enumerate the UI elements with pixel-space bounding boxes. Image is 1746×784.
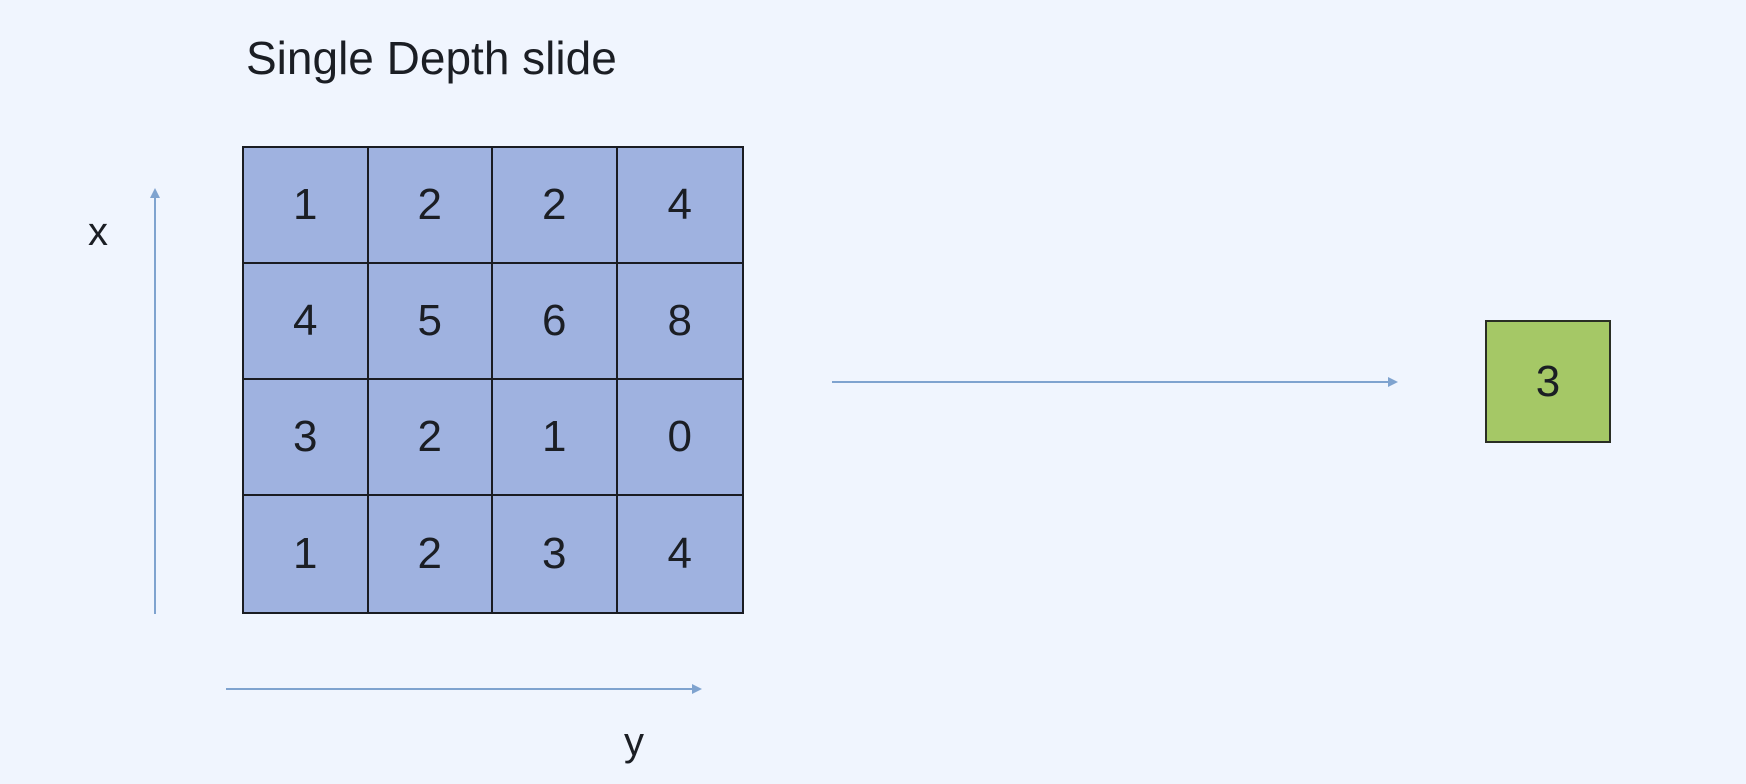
matrix-cell: 2 [369, 496, 493, 612]
matrix-cell: 1 [244, 496, 369, 612]
input-matrix: 1 2 2 4 4 5 6 8 3 2 1 0 1 2 3 4 [242, 146, 744, 614]
matrix-cell: 1 [244, 148, 369, 264]
matrix-cell: 1 [493, 380, 618, 496]
matrix-cell: 0 [617, 380, 742, 496]
output-cell: 3 [1485, 320, 1611, 443]
matrix-cell: 2 [368, 380, 493, 496]
matrix-cell: 5 [368, 264, 493, 380]
matrix-cell: 6 [493, 264, 618, 380]
matrix-cell: 4 [244, 264, 369, 380]
matrix-cell: 4 [617, 148, 742, 264]
matrix-cell: 4 [667, 529, 692, 578]
matrix-cell: 2 [368, 148, 493, 264]
matrix-cell: 3 [493, 496, 618, 612]
matrix-cell: 8 [617, 264, 742, 380]
matrix-cell: 2 [493, 148, 618, 264]
matrix-cell: 3 [244, 380, 369, 496]
